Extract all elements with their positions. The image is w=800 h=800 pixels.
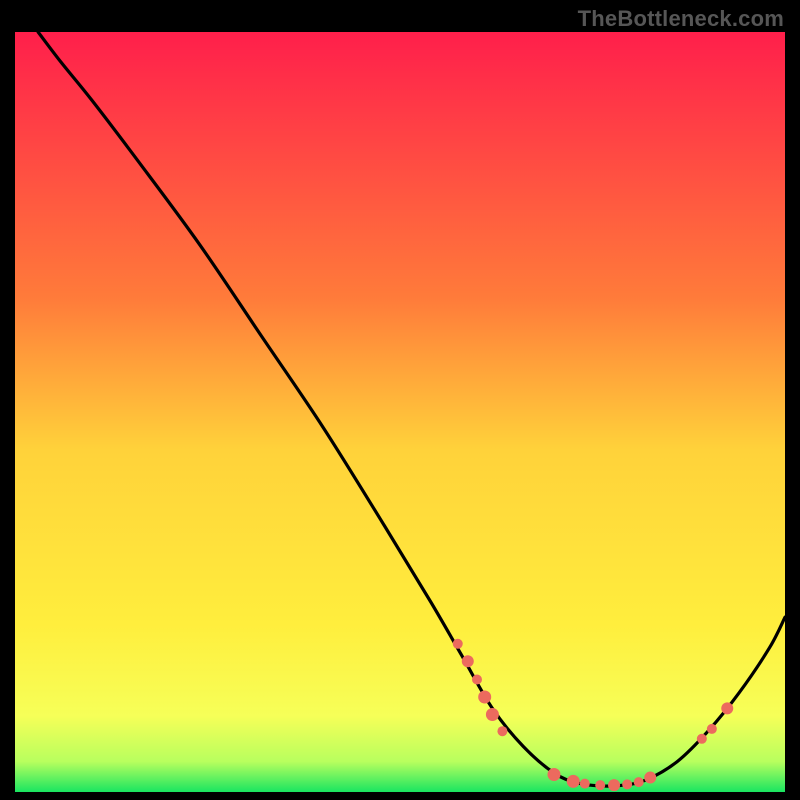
curve-marker	[608, 779, 620, 791]
curve-marker	[697, 734, 707, 744]
curve-marker	[486, 708, 499, 721]
curve-marker	[548, 768, 561, 781]
chart-svg	[15, 32, 785, 792]
curve-marker	[707, 724, 717, 734]
chart-frame	[15, 32, 785, 792]
curve-marker	[567, 775, 580, 788]
curve-marker	[721, 702, 733, 714]
curve-marker	[472, 675, 482, 685]
curve-marker	[497, 726, 507, 736]
curve-marker	[462, 655, 474, 667]
curve-marker	[478, 691, 491, 704]
curve-marker	[634, 777, 644, 787]
watermark-text: TheBottleneck.com	[578, 6, 784, 32]
curve-marker	[622, 779, 632, 789]
curve-marker	[580, 779, 590, 789]
curve-marker	[595, 780, 605, 790]
curve-marker	[644, 772, 656, 784]
plot-background	[15, 32, 785, 792]
curve-marker	[453, 639, 463, 649]
